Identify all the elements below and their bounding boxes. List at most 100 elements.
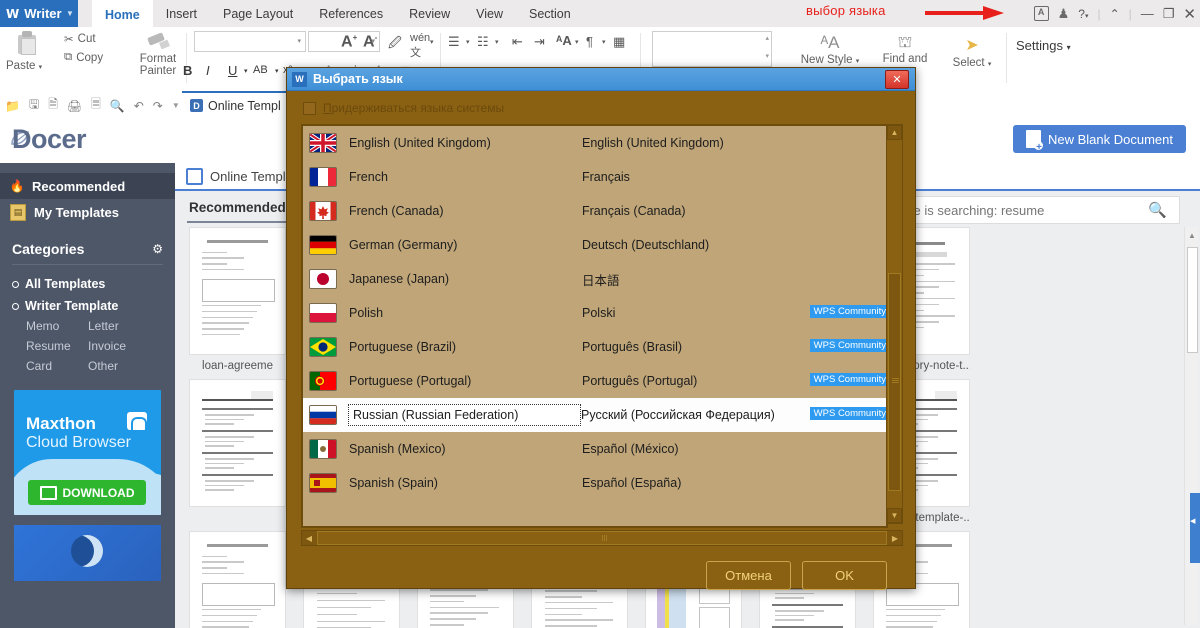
chevron-down-icon[interactable]: ▾ [602, 38, 606, 46]
underline-button[interactable]: U [228, 63, 237, 78]
language-row[interactable]: Spanish (Spain) Español (España) [303, 466, 886, 500]
export-pdf-icon[interactable]: 🗎 [48, 95, 58, 116]
sidebar-item-recommended[interactable]: 🔥 Recommended [0, 173, 175, 199]
new-blank-document-button[interactable]: New Blank Document [1013, 125, 1186, 153]
tab-home[interactable]: Home [92, 0, 153, 27]
language-row[interactable]: French (Canada) Français (Canada) [303, 194, 886, 228]
sidebar-item-my-templates[interactable]: ▤ My Templates [0, 199, 175, 225]
settings-button[interactable]: Settings ▾ [1016, 38, 1071, 53]
format-painter-button[interactable]: Format Painter [132, 29, 184, 77]
language-row[interactable]: Polish Polski WPS Community [303, 296, 886, 330]
language-row[interactable]: Spanish (Mexico) Español (México) [303, 432, 886, 466]
tab-insert[interactable]: Insert [153, 0, 210, 27]
sidebar-link-writer-template[interactable]: Writer Template [0, 295, 175, 317]
scrollbar-thumb[interactable] [888, 273, 901, 491]
show-marks-icon[interactable]: ¶ [586, 34, 593, 49]
minimize-icon[interactable]: — [1141, 6, 1154, 21]
asian-layout-icon[interactable]: ᴬA [556, 33, 572, 48]
sidebar-subitem-other[interactable]: Other [88, 357, 150, 376]
increase-font-icon[interactable]: A+ [341, 33, 357, 51]
undo-icon[interactable]: ↶ [134, 99, 144, 113]
tab-page-layout[interactable]: Page Layout [210, 0, 306, 27]
search-bar[interactable]: 🔍 [870, 196, 1180, 224]
scroll-up-icon[interactable]: ▲ [887, 125, 902, 140]
hscrollbar-thumb[interactable] [317, 531, 887, 545]
styles-gallery[interactable]: ▴ ▾ [652, 31, 772, 67]
close-icon[interactable]: ✕ [1183, 5, 1196, 23]
language-row[interactable]: German (Germany) Deutsch (Deutschland) [303, 228, 886, 262]
cut-button[interactable]: ✂ Cut [64, 29, 134, 48]
copy-button[interactable]: ⧉ Copy [64, 48, 134, 67]
chevron-down-icon[interactable]: ▾ [430, 38, 434, 46]
paste-icon[interactable] [16, 31, 38, 55]
print-icon[interactable]: 🖨 [67, 99, 82, 113]
font-family-select[interactable]: ▾ [194, 31, 306, 52]
customize-icon[interactable]: ▼ [172, 101, 180, 110]
template-card[interactable]: loan-agreeme [189, 227, 286, 372]
bold-button[interactable]: B [183, 63, 192, 78]
decrease-indent-icon[interactable]: ⇤ [512, 34, 523, 50]
template-thumbnail[interactable] [189, 227, 286, 355]
numbered-list-icon[interactable]: ☷ [477, 34, 489, 50]
sidebar-subitem-resume[interactable]: Resume [26, 337, 88, 356]
language-list-hscrollbar[interactable]: ◀ ▶ [301, 530, 903, 546]
language-row[interactable]: French Français [303, 160, 886, 194]
scroll-left-icon[interactable]: ◀ [302, 531, 316, 545]
ok-button[interactable]: OK [802, 561, 887, 590]
close-icon[interactable]: ✕ [885, 69, 909, 89]
gear-icon[interactable]: ⚙ [152, 242, 163, 256]
language-list[interactable]: English (United Kingdom) English (United … [301, 124, 888, 528]
chevron-down-icon[interactable]: ▾ [244, 67, 248, 75]
tab-section[interactable]: Section [516, 0, 584, 27]
increase-indent-icon[interactable]: ⇥ [534, 34, 545, 50]
document-tab[interactable]: D Online Templ [182, 91, 289, 118]
preview-icon[interactable]: 🔍 [110, 99, 125, 113]
new-style-button[interactable]: ᴬA New Style ▾ [800, 33, 860, 66]
strikethrough-button[interactable]: AB [253, 64, 268, 76]
help-icon[interactable]: ?▾ [1078, 7, 1088, 21]
italic-button[interactable]: I [206, 63, 210, 78]
clear-format-icon[interactable]: 🖉 [388, 34, 402, 56]
language-row[interactable]: Portuguese (Brazil) Português (Brasil) WPS… [303, 330, 886, 364]
tab-review[interactable]: Review [396, 0, 463, 27]
scroll-down-icon[interactable]: ▼ [887, 508, 902, 523]
open-icon[interactable]: 📁 [5, 99, 20, 113]
chevron-down-icon[interactable]: ▾ [575, 38, 579, 46]
language-row[interactable]: English (United Kingdom) English (United … [303, 126, 886, 160]
restore-icon[interactable]: ❐ [1163, 6, 1175, 22]
follow-system-language-checkbox[interactable]: Придерживаться языка системы [303, 101, 504, 115]
language-row[interactable]: Russian (Russian Federation) Русский (Рос… [303, 398, 886, 432]
ad-moon-banner[interactable] [14, 525, 161, 581]
select-button[interactable]: ➤ Select ▾ [944, 35, 1000, 69]
sidebar-subitem-letter[interactable]: Letter [88, 317, 150, 336]
chevron-down-icon[interactable]: ▾ [495, 38, 499, 46]
collapse-panel-handle[interactable] [1190, 493, 1200, 563]
pinyin-guide-icon[interactable]: wén 文 [410, 32, 430, 60]
sidebar-subitem-invoice[interactable]: Invoice [88, 337, 150, 356]
language-list-scrollbar[interactable]: ▲ ▼ [886, 124, 903, 524]
redo-icon[interactable]: ↷ [153, 99, 163, 113]
collapse-ribbon-icon[interactable]: ⌃ [1110, 7, 1120, 21]
ad-download-button[interactable]: DOWNLOAD [28, 480, 146, 505]
scrollbar-thumb[interactable] [1187, 247, 1198, 353]
language-row[interactable]: Portuguese (Portugal) Português (Portugal… [303, 364, 886, 398]
paste-label[interactable]: Paste ▾ [6, 60, 42, 72]
sidebar-subitem-memo[interactable]: Memo [26, 317, 88, 336]
scroll-up-icon[interactable]: ▲ [1188, 231, 1196, 240]
tab-view[interactable]: View [463, 0, 516, 27]
shirt-icon[interactable]: ♟ [1058, 6, 1070, 22]
chevron-down-icon[interactable]: ▼ [66, 9, 74, 18]
sidebar-link-all-templates[interactable]: All Templates [0, 273, 175, 295]
docer-logo[interactable]: Docer [12, 124, 87, 155]
template-card[interactable] [189, 379, 286, 524]
ad-maxthon-banner[interactable]: Maxthon Cloud Browser DOWNLOAD [14, 390, 161, 515]
save-icon[interactable]: 🖫 [29, 95, 39, 116]
tab-references[interactable]: References [306, 0, 396, 27]
cancel-button[interactable]: Отмена [706, 561, 791, 590]
template-thumbnail[interactable] [189, 531, 286, 628]
search-icon[interactable]: 🔍 [1148, 201, 1179, 219]
borders-icon[interactable]: ▦ [613, 34, 625, 50]
print-preview-icon[interactable]: 🗏 [91, 95, 101, 116]
decrease-font-icon[interactable]: A- [363, 33, 377, 51]
gallery-scrollbar[interactable]: ▲ [1184, 227, 1198, 625]
